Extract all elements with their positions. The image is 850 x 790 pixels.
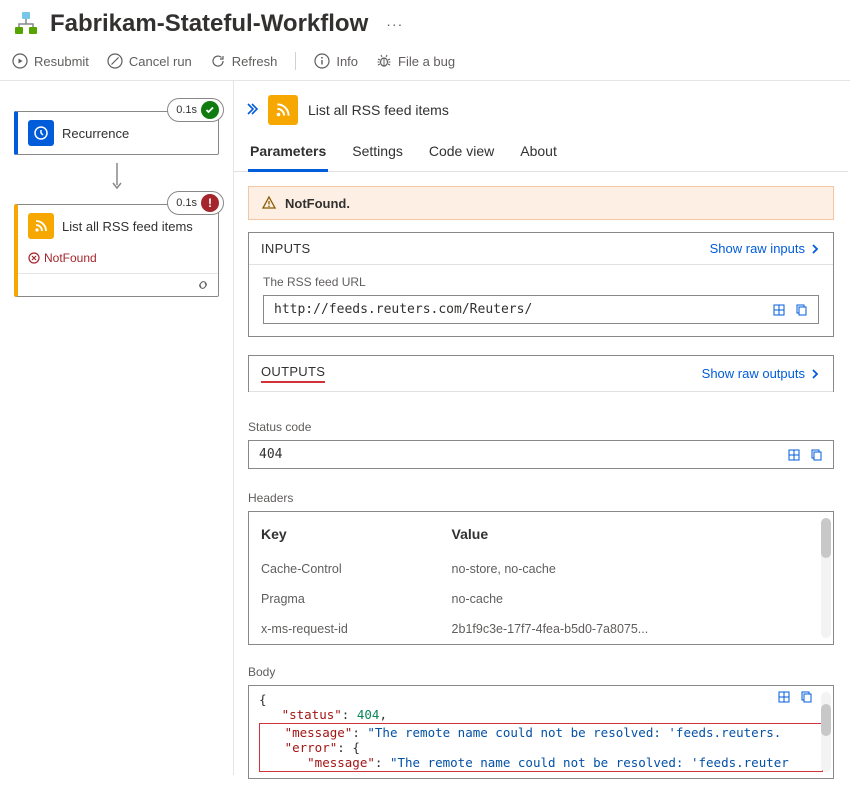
copy-icon[interactable] (794, 303, 808, 317)
tab-about[interactable]: About (518, 137, 559, 171)
tab-code-view[interactable]: Code view (427, 137, 496, 171)
warning-icon (261, 195, 277, 211)
bug-icon (376, 53, 392, 69)
info-icon (314, 53, 330, 69)
success-icon (201, 101, 219, 119)
more-menu-button[interactable]: ··· (386, 16, 403, 32)
refresh-icon (210, 53, 226, 69)
tab-parameters[interactable]: Parameters (248, 137, 328, 172)
table-row: Cache-Controlno-store, no-cache (249, 554, 819, 584)
collapse-button[interactable] (244, 102, 258, 119)
detail-pane: List all RSS feed items Parameters Setti… (234, 81, 850, 775)
tab-settings[interactable]: Settings (350, 137, 405, 171)
step-label: List all RSS feed items (62, 219, 193, 234)
copy-icon[interactable] (809, 448, 823, 462)
rss-url-field[interactable]: http://feeds.reuters.com/Reuters/ (263, 295, 819, 324)
outputs-heading: OUTPUTS (261, 364, 325, 383)
detail-title: List all RSS feed items (308, 102, 449, 118)
info-button[interactable]: Info (314, 53, 358, 69)
body-field[interactable]: { "status": 404, "message": "The remote … (248, 685, 834, 779)
chevron-right-icon (809, 243, 821, 255)
play-circle-icon (12, 53, 28, 69)
grid-icon[interactable] (787, 448, 801, 462)
table-row: Pragmano-cache (249, 584, 819, 614)
toolbar-separator (295, 52, 296, 70)
rss-icon (28, 213, 54, 239)
refresh-button[interactable]: Refresh (210, 53, 278, 69)
body-label: Body (234, 655, 848, 685)
show-raw-outputs-link[interactable]: Show raw outputs (702, 366, 821, 381)
table-row: x-ms-request-id2b1f9c3e-17f7-4fea-b5d0-7… (249, 614, 819, 644)
step-footer (18, 273, 218, 296)
headers-value-col: Value (440, 512, 819, 554)
detail-tabs: Parameters Settings Code view About (234, 137, 848, 172)
show-raw-inputs-link[interactable]: Show raw inputs (710, 241, 821, 256)
rss-url-label: The RSS feed URL (249, 265, 833, 295)
step-label: Recurrence (62, 126, 129, 141)
resubmit-button[interactable]: Resubmit (12, 53, 89, 69)
headers-key-col: Key (249, 512, 440, 554)
page-title: Fabrikam-Stateful-Workflow (50, 10, 368, 38)
outputs-section: OUTPUTS Show raw outputs (248, 355, 834, 392)
link-icon[interactable] (196, 278, 210, 292)
toolbar: Resubmit Cancel run Refresh Info File a … (0, 46, 850, 81)
connector-arrow-icon (14, 163, 219, 194)
workflow-canvas: 0.1s Recurrence 0.1s ! (0, 81, 234, 775)
workflow-step-rss[interactable]: 0.1s ! List all RSS feed items NotFound (14, 204, 219, 297)
step-duration-badge: 0.1s (167, 98, 224, 122)
inputs-section: INPUTS Show raw inputs The RSS feed URL … (248, 232, 834, 337)
grid-icon[interactable] (777, 690, 791, 704)
headers-label: Headers (234, 481, 848, 511)
workflow-step-recurrence[interactable]: 0.1s Recurrence (14, 111, 219, 155)
scrollbar-thumb[interactable] (821, 518, 831, 558)
error-circle-icon (28, 252, 40, 264)
inputs-heading: INPUTS (261, 241, 310, 256)
headers-table: Key Value Cache-Controlno-store, no-cach… (248, 511, 834, 645)
clock-icon (28, 120, 54, 146)
grid-icon[interactable] (772, 303, 786, 317)
step-duration-badge: 0.1s ! (167, 191, 224, 215)
status-code-field[interactable]: 404 (248, 440, 834, 469)
file-bug-button[interactable]: File a bug (376, 53, 455, 69)
chevron-right-icon (809, 368, 821, 380)
cancel-run-button[interactable]: Cancel run (107, 53, 192, 69)
page-header: Fabrikam-Stateful-Workflow ··· (0, 0, 850, 46)
workflow-icon (12, 10, 40, 38)
rss-icon (268, 95, 298, 125)
error-banner: NotFound. (248, 186, 834, 220)
copy-icon[interactable] (799, 690, 813, 704)
scrollbar-thumb[interactable] (821, 704, 831, 736)
status-code-label: Status code (234, 410, 848, 440)
error-icon: ! (201, 194, 219, 212)
cancel-circle-icon (107, 53, 123, 69)
step-error-text: NotFound (18, 247, 218, 273)
